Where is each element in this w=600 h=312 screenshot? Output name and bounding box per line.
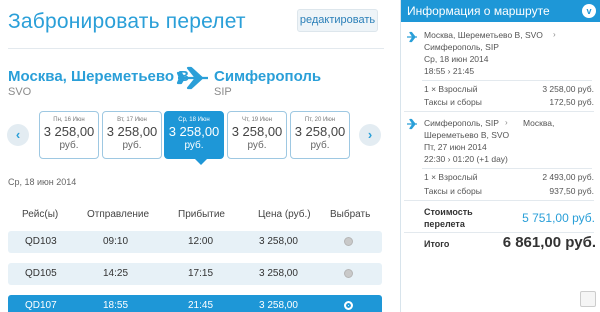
destination-city: Симферополь bbox=[214, 68, 322, 85]
edit-button[interactable]: редактировать bbox=[297, 9, 378, 32]
outbound-times: 18:55 › 21:45 bbox=[424, 66, 475, 76]
flight-row-selected[interactable]: QD107 18:55 21:45 3 258,00 bbox=[8, 295, 382, 312]
day-card[interactable]: Пт, 20 Июн 3 258,00 руб. bbox=[290, 111, 350, 159]
flight-cost-label: Стоимость bbox=[424, 207, 473, 217]
flight-cost-label-2: перелета bbox=[424, 219, 465, 229]
day-date: Чт, 19 Июн bbox=[242, 117, 272, 123]
divider bbox=[404, 111, 594, 112]
origin-city: Москва, Шереметьево B bbox=[8, 68, 190, 85]
panel-title: Информация о маршруте bbox=[407, 4, 550, 18]
day-card[interactable]: Пн, 16 Июн 3 258,00 руб. bbox=[39, 111, 99, 159]
day-price: 3 258,00 bbox=[168, 124, 220, 139]
day-currency: руб. bbox=[59, 140, 79, 151]
day-currency: руб. bbox=[122, 140, 142, 151]
column-header-arrive: Прибытие bbox=[178, 209, 225, 220]
day-date: Пн, 16 Июн bbox=[53, 117, 85, 123]
title-divider bbox=[8, 48, 384, 49]
inbound-date: Пт, 27 июн 2014 bbox=[424, 142, 487, 152]
page-title: Забронировать перелет bbox=[8, 10, 246, 33]
day-currency: руб. bbox=[310, 140, 330, 151]
flight-number: QD105 bbox=[25, 268, 57, 279]
flight-number: QD103 bbox=[25, 236, 57, 247]
select-radio[interactable] bbox=[344, 269, 353, 278]
flight-number: QD107 bbox=[25, 300, 57, 311]
inbound-route-to-city: Москва, bbox=[523, 118, 555, 128]
select-radio-checked[interactable] bbox=[344, 301, 353, 310]
outbound-route-from: Москва, Шереметьево B, SVO bbox=[424, 30, 543, 40]
inbound-passengers-value: 2 493,00 руб. bbox=[542, 172, 594, 182]
divider bbox=[404, 200, 594, 201]
logo-icon bbox=[580, 291, 596, 307]
arrival-time: 17:15 bbox=[188, 268, 214, 279]
day-date: Ср, 18 Июн bbox=[178, 117, 210, 123]
departure-time: 09:10 bbox=[103, 236, 129, 247]
airplane-icon bbox=[407, 118, 417, 130]
flight-cost-value: 5 751,00 руб. bbox=[522, 211, 595, 225]
outbound-passengers-label: 1 × Взрослый bbox=[424, 84, 478, 94]
day-card[interactable]: Чт, 19 Июн 3 258,00 руб. bbox=[227, 111, 287, 159]
selected-date: Ср, 18 июн 2014 bbox=[8, 177, 77, 187]
day-currency: руб. bbox=[184, 140, 204, 151]
outbound-taxes-label: Таксы и сборы bbox=[424, 97, 482, 107]
airplane-icon bbox=[176, 66, 208, 90]
day-date: Вт, 17 Июн bbox=[117, 117, 147, 123]
inbound-taxes-value: 937,50 руб. bbox=[549, 186, 594, 196]
column-header-flight: Рейс(ы) bbox=[22, 209, 59, 220]
day-date: Пт, 20 Июн bbox=[304, 117, 336, 123]
flight-price: 3 258,00 bbox=[259, 268, 298, 279]
chevron-down-icon[interactable]: v bbox=[582, 4, 596, 18]
chevron-right-icon: › bbox=[505, 118, 508, 127]
day-price: 3 258,00 bbox=[231, 124, 283, 139]
panel-header[interactable]: Информация о маршруте v bbox=[401, 0, 600, 22]
next-days-button[interactable]: › bbox=[359, 124, 381, 146]
flight-price: 3 258,00 bbox=[259, 236, 298, 247]
booking-main: Забронировать перелет редактировать Моск… bbox=[0, 0, 395, 312]
divider bbox=[404, 232, 594, 233]
chevron-right-icon: › bbox=[553, 30, 556, 39]
inbound-times: 22:30 › 01:20 (+1 day) bbox=[424, 154, 508, 164]
total-value: 6 861,00 руб. bbox=[502, 234, 596, 251]
outbound-passengers-value: 3 258,00 руб. bbox=[542, 84, 594, 94]
departure-time: 14:25 bbox=[103, 268, 129, 279]
day-card[interactable]: Вт, 17 Июн 3 258,00 руб. bbox=[102, 111, 162, 159]
prev-days-button[interactable]: ‹ bbox=[7, 124, 29, 146]
inbound-route-from: Симферополь, SIP bbox=[424, 118, 499, 128]
inbound-route-to: Шереметьево B, SVO bbox=[424, 130, 510, 140]
divider bbox=[422, 80, 592, 81]
inbound-taxes-label: Таксы и сборы bbox=[424, 186, 482, 196]
total-label: Итого bbox=[424, 239, 450, 249]
destination-code: SIP bbox=[214, 86, 232, 98]
divider bbox=[422, 168, 592, 169]
flight-price: 3 258,00 bbox=[259, 300, 298, 311]
select-radio[interactable] bbox=[344, 237, 353, 246]
day-currency: руб. bbox=[247, 140, 267, 151]
flight-row[interactable]: QD105 14:25 17:15 3 258,00 bbox=[8, 263, 382, 285]
airplane-icon bbox=[407, 31, 417, 43]
arrival-time: 21:45 bbox=[188, 300, 214, 311]
inbound-passengers-label: 1 × Взрослый bbox=[424, 172, 478, 182]
column-header-depart: Отправление bbox=[87, 209, 150, 220]
day-price: 3 258,00 bbox=[106, 124, 158, 139]
day-price: 3 258,00 bbox=[43, 124, 95, 139]
departure-time: 18:55 bbox=[103, 300, 129, 311]
selected-day-pointer bbox=[194, 158, 208, 165]
column-header-price: Цена (руб.) bbox=[258, 209, 311, 220]
outbound-date: Ср, 18 июн 2014 bbox=[424, 54, 489, 64]
flight-row[interactable]: QD103 09:10 12:00 3 258,00 bbox=[8, 231, 382, 253]
origin-code: SVO bbox=[8, 86, 32, 98]
outbound-route-to: Симферополь, SIP bbox=[424, 42, 499, 52]
day-card-selected[interactable]: Ср, 18 Июн 3 258,00 руб. bbox=[164, 111, 224, 159]
outbound-taxes-value: 172,50 руб. bbox=[549, 97, 594, 107]
column-header-select: Выбрать bbox=[330, 209, 371, 220]
day-price: 3 258,00 bbox=[294, 124, 346, 139]
arrival-time: 12:00 bbox=[188, 236, 214, 247]
